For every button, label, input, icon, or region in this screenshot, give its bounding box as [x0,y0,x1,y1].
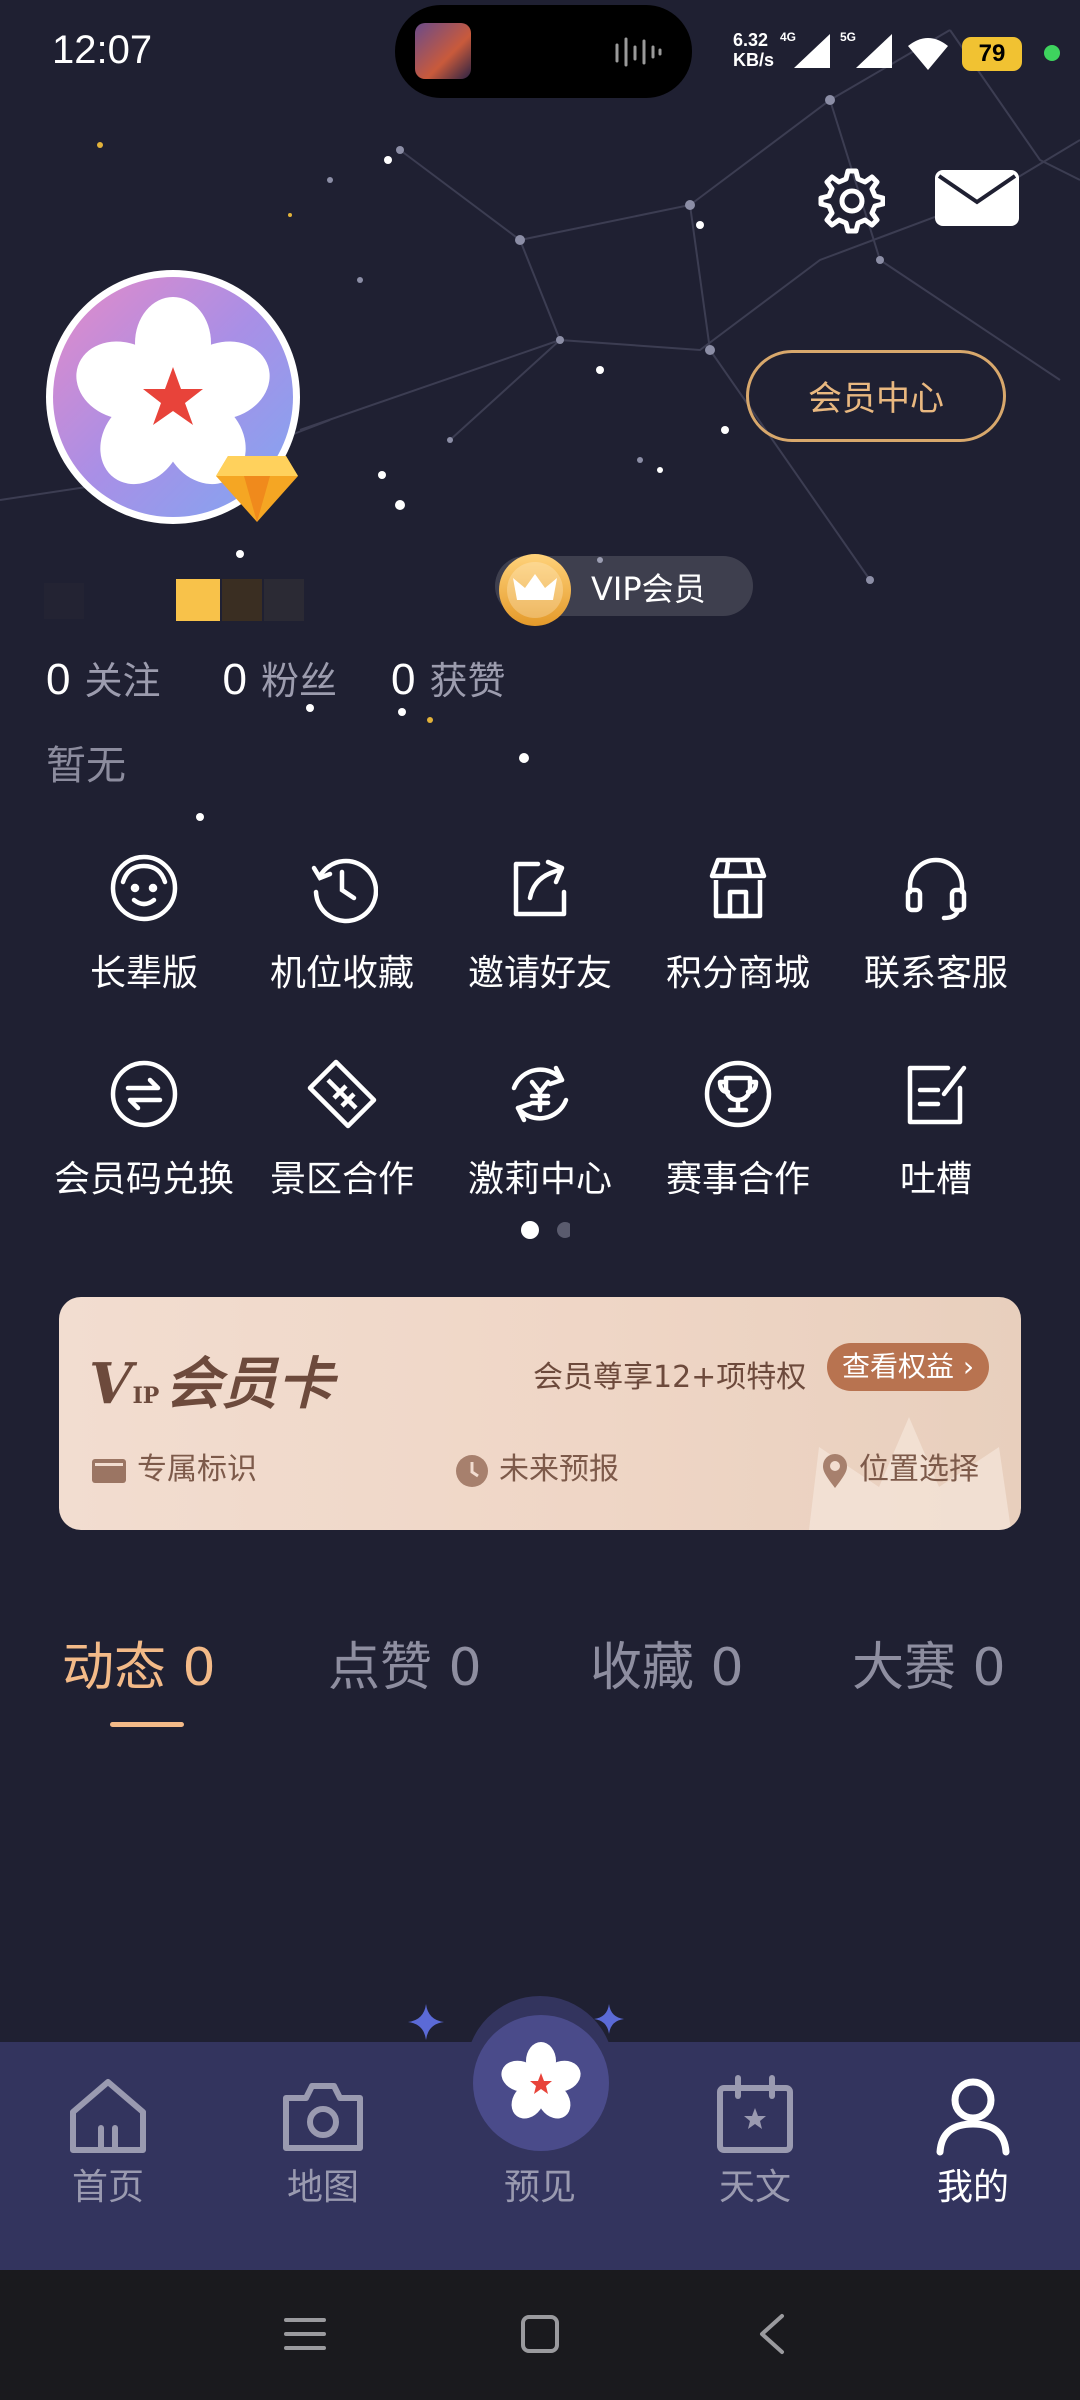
back-icon[interactable] [756,2312,786,2356]
plum-blossom-icon [501,2042,581,2119]
clock-history-icon [311,858,378,924]
vip-card-banner[interactable]: VIP 会员卡 会员尊享12+项特权 查看权益 › 专属标识 未来预报 位置选择 [59,1297,1021,1530]
camera-icon[interactable] [278,2070,368,2160]
grid-points-mall[interactable]: 积分商城 [648,852,828,1022]
gear-icon[interactable] [815,165,885,235]
now-playing-thumbnail [415,23,471,79]
signal-5g-icon [856,34,892,68]
edit-note-icon [907,1065,967,1125]
yuan-cycle-icon [511,1065,569,1123]
diamond-icon [216,456,298,522]
stat-followers[interactable]: 0 粉丝 [223,654,352,705]
home-square-icon[interactable] [520,2314,560,2354]
grid-label: 激莉中心 [467,1159,612,1200]
feature-location-select: 位置选择 [821,1444,979,1489]
grid-spot-favorites[interactable]: 机位收藏 [252,852,432,1022]
tab-contests[interactable]: 大赛 0 [852,1625,1006,1700]
stat-likes[interactable]: 0 获赞 [391,654,506,705]
nav-map[interactable]: 地图 [243,2158,403,2210]
vip-tag-icon [92,1458,126,1483]
feature-exclusive-badge: 专属标识 [91,1444,257,1488]
handshake-icon [307,1059,377,1129]
grid-label: 长辈版 [89,953,198,994]
tab-favorites[interactable]: 收藏 0 [590,1625,744,1700]
mail-icon[interactable] [933,168,1021,228]
wifi-icon [908,38,948,70]
grid-feedback[interactable]: 吐槽 [846,1058,1026,1228]
nav-mine[interactable]: 我的 [893,2158,1053,2210]
vip-member-badge[interactable]: VIP会员 [495,554,753,626]
status-bar: 12:07 6.32 KB/s 4G 5G 79 [0,0,1080,110]
grid-label: 邀请好友 [467,953,612,994]
share-icon [513,859,567,917]
grid-elder-mode[interactable]: 长辈版 [54,852,234,1022]
grid-label: 积分商城 [665,953,810,994]
system-nav-bar [0,2270,1080,2400]
grid-label: 联系客服 [863,953,1008,994]
active-tab-indicator [110,1722,184,1727]
feature-future-forecast: 未来预报 [455,1444,619,1488]
profile-icon[interactable] [928,2070,1018,2160]
grid-label: 赛事合作 [665,1159,810,1200]
trophy-icon [704,1060,772,1128]
grid-customer-service[interactable]: 联系客服 [846,852,1026,1022]
stat-following[interactable]: 0 关注 [46,654,175,705]
home-icon[interactable] [63,2070,153,2160]
crown-icon [499,554,571,626]
nav-forecast[interactable]: 预见 [460,2158,620,2210]
location-pin-icon [823,1453,847,1488]
clock-icon [456,1454,488,1487]
grid-code-redeem[interactable]: 会员码兑换 [54,1058,234,1228]
store-icon [709,857,767,919]
grid-label: 机位收藏 [269,953,414,994]
grid-label: 会员码兑换 [53,1159,234,1200]
profile-stats: 0 关注 0 粉丝 0 获赞 [46,650,506,710]
grid-invite-friends[interactable]: 邀请好友 [450,852,630,1022]
nav-center-button[interactable] [473,2015,609,2151]
username-obscured [44,579,304,621]
vip-badge-label: VIP会员 [591,570,706,608]
grid-event-partnership[interactable]: 赛事合作 [648,1058,828,1228]
grid-scenic-partnership[interactable]: 景区合作 [252,1058,432,1228]
battery-indicator: 79 [962,37,1022,71]
headset-icon [905,857,967,921]
grid-incentive-center[interactable]: 激莉中心 [450,1058,630,1228]
menu-icon[interactable] [284,2314,326,2354]
nav-home[interactable]: 首页 [28,2158,188,2210]
tab-likes[interactable]: 点赞 0 [328,1625,482,1700]
signal-icon [794,34,830,68]
grid-label: 吐槽 [899,1159,972,1200]
vip-card-logo: VIP 会员卡 [89,1351,334,1417]
calendar-star-icon[interactable] [710,2070,800,2160]
privacy-dot [1044,45,1060,61]
tab-posts[interactable]: 动态 0 [62,1625,216,1700]
profile-bio: 暂无 [46,743,126,789]
network-speed: 6.32 KB/s [733,30,775,70]
status-time: 12:07 [52,28,153,72]
nav-astronomy[interactable]: 天文 [675,2158,835,2210]
grid-label: 景区合作 [269,1159,414,1200]
sparkle-icon [408,2004,444,2040]
media-island[interactable] [395,5,692,98]
elder-face-icon [110,854,178,922]
audio-wave-icon [615,37,662,67]
page-indicator [521,1221,570,1239]
member-center-button[interactable]: 会员中心 [746,350,1006,442]
view-benefits-button[interactable]: 查看权益 › [827,1343,989,1391]
vip-card-promo: 会员尊享12+项特权 [533,1360,807,1395]
exchange-icon [110,1060,178,1128]
